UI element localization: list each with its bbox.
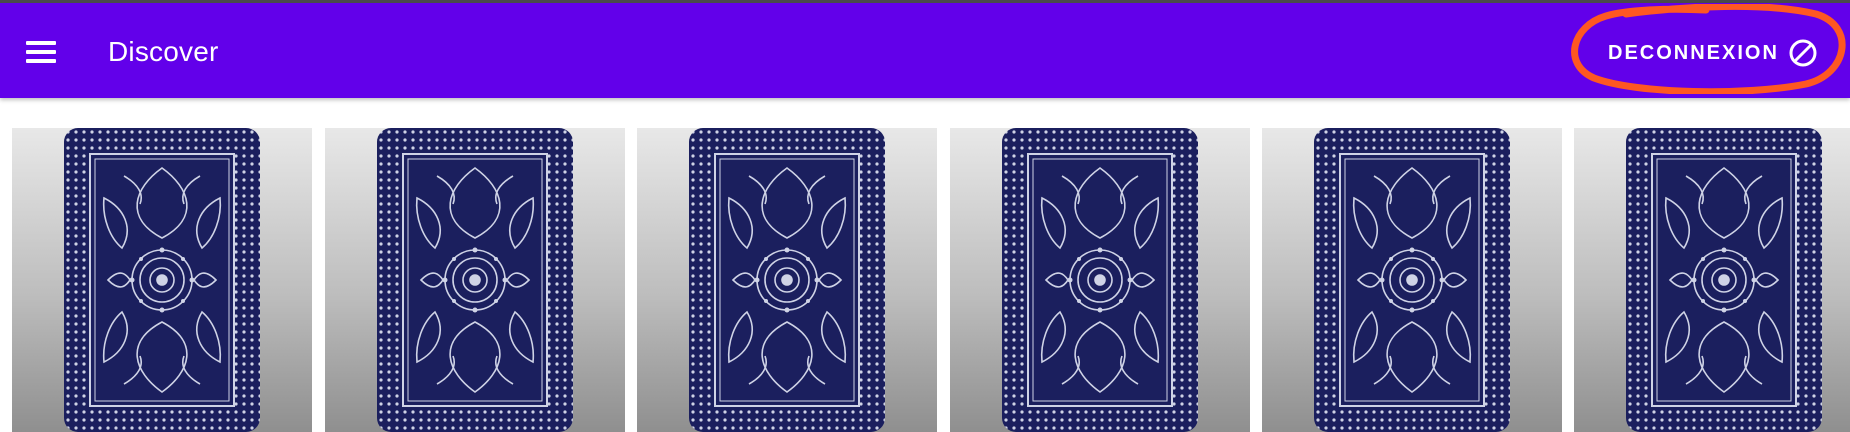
- card-back-image: [1002, 128, 1198, 432]
- card-back-image: [377, 128, 573, 432]
- logout-button[interactable]: DECONNEXION: [1608, 33, 1819, 73]
- hamburger-menu-icon[interactable]: [26, 41, 58, 63]
- card-back-image: [64, 128, 260, 432]
- card-tile[interactable]: [1262, 128, 1562, 432]
- card-tile[interactable]: [1574, 128, 1850, 432]
- card-gallery: [0, 110, 1850, 432]
- card-back-image: [1314, 128, 1510, 432]
- page-title: Discover: [108, 36, 219, 67]
- menu-line: [26, 59, 56, 63]
- card-tile[interactable]: [637, 128, 937, 432]
- card-back-image: [1626, 128, 1822, 432]
- menu-line: [26, 50, 56, 54]
- card-back-image: [689, 128, 885, 432]
- app-bar: Discover DECONNEXION: [0, 0, 1850, 98]
- card-tile[interactable]: [950, 128, 1250, 432]
- logout-button-label: DECONNEXION: [1608, 41, 1779, 64]
- menu-line: [26, 41, 56, 45]
- card-tile[interactable]: [12, 128, 312, 432]
- block-icon: [1789, 39, 1817, 67]
- card-tile[interactable]: [325, 128, 625, 432]
